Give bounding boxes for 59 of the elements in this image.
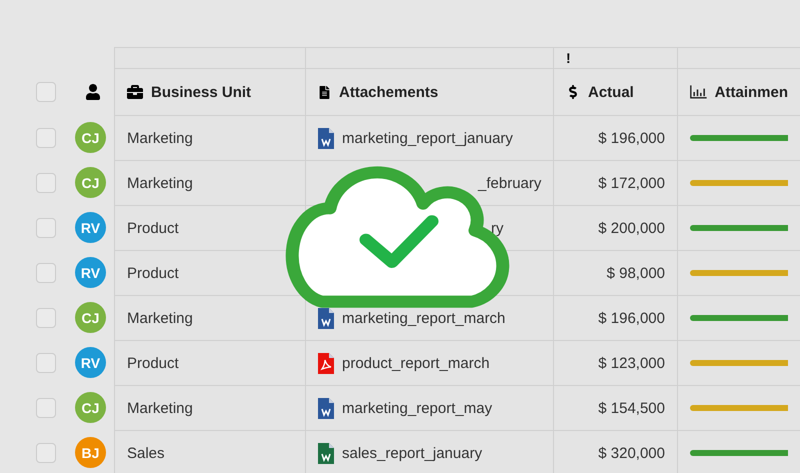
- row-checkbox[interactable]: [36, 308, 56, 328]
- file-icon: [318, 128, 334, 148]
- file-name[interactable]: marketing_report_january: [342, 130, 513, 146]
- column-title: Attachements: [339, 84, 438, 100]
- file-icon: [318, 308, 334, 328]
- exclamation-mark: !: [566, 50, 571, 66]
- amount: $ 154,500: [598, 400, 665, 416]
- amount: $ 196,000: [598, 310, 665, 326]
- amount: $ 172,000: [598, 174, 665, 192]
- row-checkbox[interactable]: [36, 398, 56, 418]
- bar-chart-icon: [690, 84, 707, 100]
- file-name[interactable]: sales_report_january: [342, 444, 482, 462]
- person-icon: [85, 84, 101, 100]
- avatar: CJ: [75, 167, 106, 198]
- unit-name: Product: [127, 354, 179, 372]
- file-icon: [318, 398, 334, 418]
- row-checkbox[interactable]: [36, 352, 56, 372]
- row-checkbox[interactable]: [36, 128, 56, 148]
- row-checkbox[interactable]: [36, 172, 56, 192]
- file-name[interactable]: ry: [491, 220, 504, 236]
- pdf-file-icon: [318, 352, 334, 374]
- column-header[interactable]: Business Unit: [114, 68, 305, 115]
- avatar: BJ: [75, 437, 106, 468]
- avatar: RV: [75, 257, 106, 288]
- avatar: CJ: [75, 122, 106, 153]
- amount: $ 98,000: [606, 264, 665, 282]
- avatar: CJ: [75, 302, 106, 333]
- unit-name: Marketing: [127, 130, 193, 146]
- file-name[interactable]: marketing_report_march: [342, 310, 506, 326]
- row-checkbox[interactable]: [36, 262, 56, 282]
- amount: $ 196,000: [598, 130, 665, 146]
- dollar-icon: [566, 85, 580, 99]
- row-checkbox[interactable]: [36, 442, 56, 462]
- avatar: RV: [75, 347, 106, 378]
- select-all-checkbox[interactable]: [36, 82, 56, 102]
- column-header[interactable]: Actual: [553, 68, 677, 115]
- file-name[interactable]: marketing_report_may: [342, 400, 492, 416]
- column-title: Attainmen: [714, 84, 788, 100]
- unit-name: Marketing: [127, 400, 193, 416]
- file-name[interactable]: product_report_march: [342, 354, 490, 372]
- file-icon: [318, 442, 334, 464]
- column-header[interactable]: Attainmen: [677, 68, 800, 115]
- briefcase-icon: [127, 84, 143, 100]
- amount: $ 200,000: [598, 220, 665, 236]
- unit-name: Sales: [127, 444, 165, 462]
- amount: $ 320,000: [598, 444, 665, 462]
- unit-name: Marketing: [127, 174, 193, 192]
- row-checkbox[interactable]: [36, 218, 56, 238]
- document-icon: [318, 86, 331, 98]
- unit-name: Product: [127, 220, 179, 236]
- unit-name: Marketing: [127, 310, 193, 326]
- avatar: CJ: [75, 392, 106, 423]
- column-header[interactable]: Attachements: [305, 68, 553, 115]
- file-name[interactable]: _february: [478, 174, 542, 192]
- column-title: Business Unit: [151, 84, 252, 100]
- avatar: RV: [75, 212, 106, 243]
- unit-name: Product: [127, 264, 179, 282]
- amount: $ 123,000: [598, 354, 665, 372]
- column-title: Actual: [588, 84, 634, 100]
